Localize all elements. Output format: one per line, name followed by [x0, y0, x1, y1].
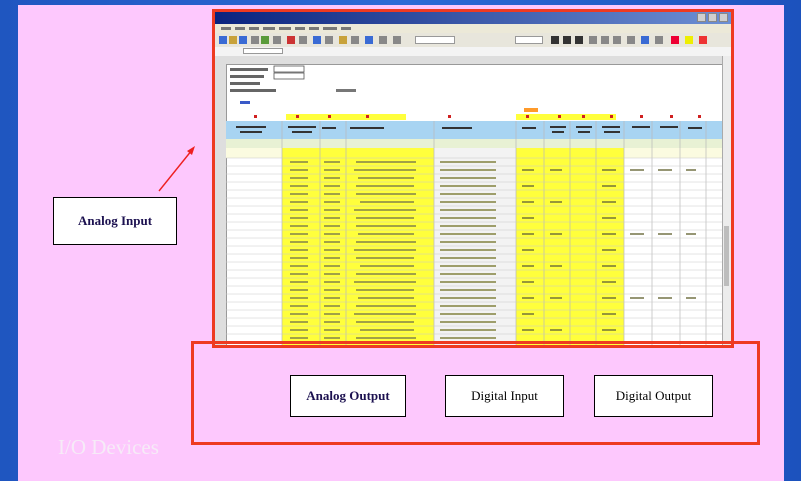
toolbar	[215, 33, 731, 48]
analog-output-label: Analog Output	[290, 375, 406, 417]
slide: Analog Input Analog Output Digital Input…	[18, 5, 784, 481]
sheet-grid	[226, 65, 726, 345]
maximize-icon[interactable]	[708, 13, 717, 22]
spreadsheet-window	[212, 9, 734, 348]
analog-input-label: Analog Input	[53, 197, 177, 245]
window-titlebar	[215, 12, 731, 24]
minimize-icon[interactable]	[697, 13, 706, 22]
digital-output-label: Digital Output	[594, 375, 713, 417]
close-icon[interactable]	[719, 13, 728, 22]
menu-bar	[215, 24, 731, 33]
digital-input-label: Digital Input	[445, 375, 564, 417]
slide-caption: I/O Devices	[58, 435, 159, 459]
vertical-scrollbar[interactable]	[722, 56, 731, 345]
